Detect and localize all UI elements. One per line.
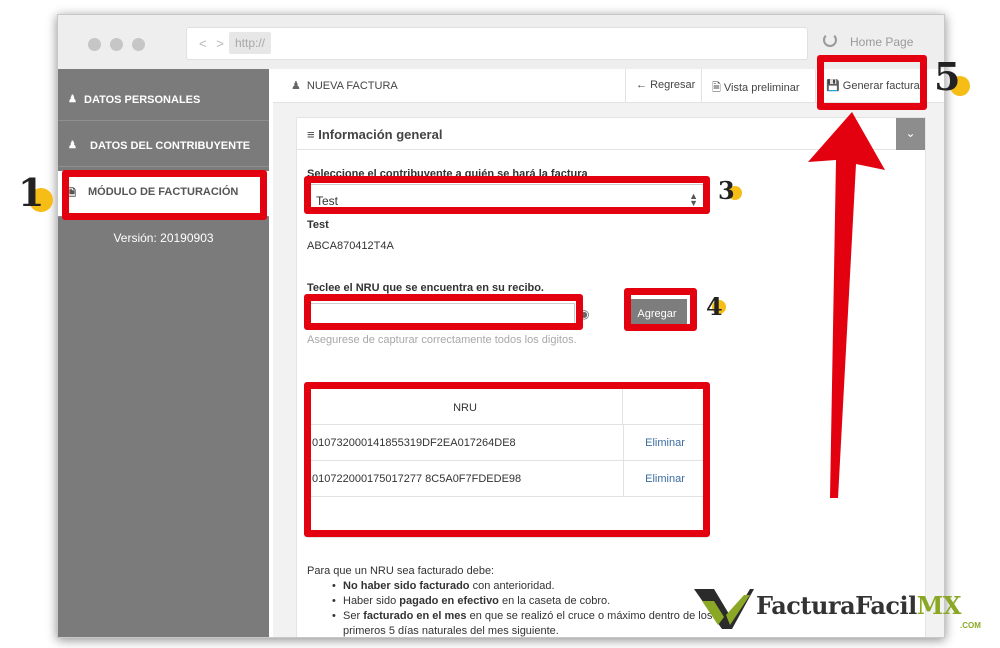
arrow-up-icon [808, 112, 885, 498]
back-button[interactable]: ← Regresar [625, 69, 701, 103]
logo-mark-icon [694, 589, 754, 629]
window-maximize-dot[interactable] [132, 38, 145, 51]
page-title-text: NUEVA FACTURA [306, 80, 398, 92]
step-number-1: 1 [18, 170, 45, 215]
panel-title-text: Información general [318, 127, 443, 142]
sidebar-item-label: DATOS DEL CONTRIBUYENTE [90, 140, 251, 152]
sidebar: ♟ DATOS PERSONALES ♟ DATOS DEL CONTRIBUY… [58, 69, 269, 637]
preview-icon: 🗎 [712, 82, 721, 94]
user-icon: ♟ [291, 80, 301, 92]
highlight-box-1 [62, 170, 267, 220]
step-number-4: 4 [706, 292, 723, 321]
users-icon: ♟ [68, 140, 77, 151]
rule-bold: pagado en efectivo [399, 595, 499, 607]
home-page-link[interactable]: Home Page [850, 35, 913, 49]
rule-text: Haber sido [343, 595, 400, 607]
rule-text: Ser [343, 610, 364, 622]
rules-list: No haber sido facturado con anterioridad… [327, 579, 727, 637]
window-close-dot[interactable] [88, 38, 101, 51]
nav-arrows-icon[interactable]: < > [199, 36, 227, 51]
rule-bold: facturado en el mes [363, 610, 467, 622]
highlight-box-5 [817, 55, 927, 110]
version-text: Versión: 20190903 [113, 231, 214, 245]
sidebar-item-label: DATOS PERSONALES [84, 94, 201, 106]
reload-icon[interactable] [823, 33, 837, 47]
logo-text-main: FacturaFacil [756, 591, 917, 620]
facturafacil-logo: FacturaFacilMX .COM [692, 585, 992, 635]
rule-bold: No haber sido facturado [343, 580, 470, 592]
sidebar-item-datos-personales[interactable]: ♟ DATOS PERSONALES [58, 77, 269, 121]
panel-title: ≡ Información general [307, 127, 443, 142]
logo-com: .COM [960, 621, 981, 630]
step-number-5: 5 [934, 54, 961, 99]
rule-text: en la caseta de cobro. [498, 595, 611, 607]
nru-rules: Para que un NRU sea facturado debe: No h… [307, 564, 727, 637]
highlight-box-3 [304, 176, 710, 214]
url-bar[interactable]: < > http:// [186, 27, 808, 60]
preview-button[interactable]: 🗎 Vista preliminar [701, 69, 805, 103]
sidebar-item-datos-contribuyente[interactable]: ♟ DATOS DEL CONTRIBUYENTE [58, 123, 269, 167]
nru-hint: Asegurese de capturar correctamente todo… [307, 334, 577, 346]
highlight-box-4 [624, 288, 697, 331]
rule-item: Haber sido pagado en efectivo en la case… [332, 594, 727, 609]
nru-label: Teclee el NRU que se encuentra en su rec… [307, 282, 544, 294]
window-minimize-dot[interactable] [110, 38, 123, 51]
chevron-down-icon: ⌄ [905, 126, 916, 140]
url-protocol: http:// [229, 32, 272, 54]
preview-button-label: Vista preliminar [723, 82, 800, 94]
highlight-box-table [304, 382, 710, 537]
rule-text: con anterioridad. [469, 580, 555, 592]
back-button-label: Regresar [650, 79, 696, 91]
step-number-3: 3 [718, 176, 735, 205]
rule-item: Ser facturado en el mes en que se realiz… [332, 609, 727, 637]
logo-text: FacturaFacilMX [756, 591, 961, 620]
browser-chrome: < > http:// Home Page [58, 15, 944, 71]
rule-item: No haber sido facturado con anterioridad… [332, 579, 727, 594]
collapse-button[interactable]: ⌄ [896, 118, 925, 150]
taxpayer-rfc: ABCA870412T4A [307, 240, 394, 252]
highlight-box-nru [304, 294, 583, 330]
page-title: ♟ NUEVA FACTURA [291, 79, 398, 92]
logo-text-mx: MX [916, 591, 962, 620]
arrow-left-icon: ← [636, 79, 647, 91]
rules-intro: Para que un NRU sea facturado debe: [307, 565, 495, 577]
person-icon: ♟ [68, 94, 77, 105]
taxpayer-name: Test [307, 219, 329, 231]
